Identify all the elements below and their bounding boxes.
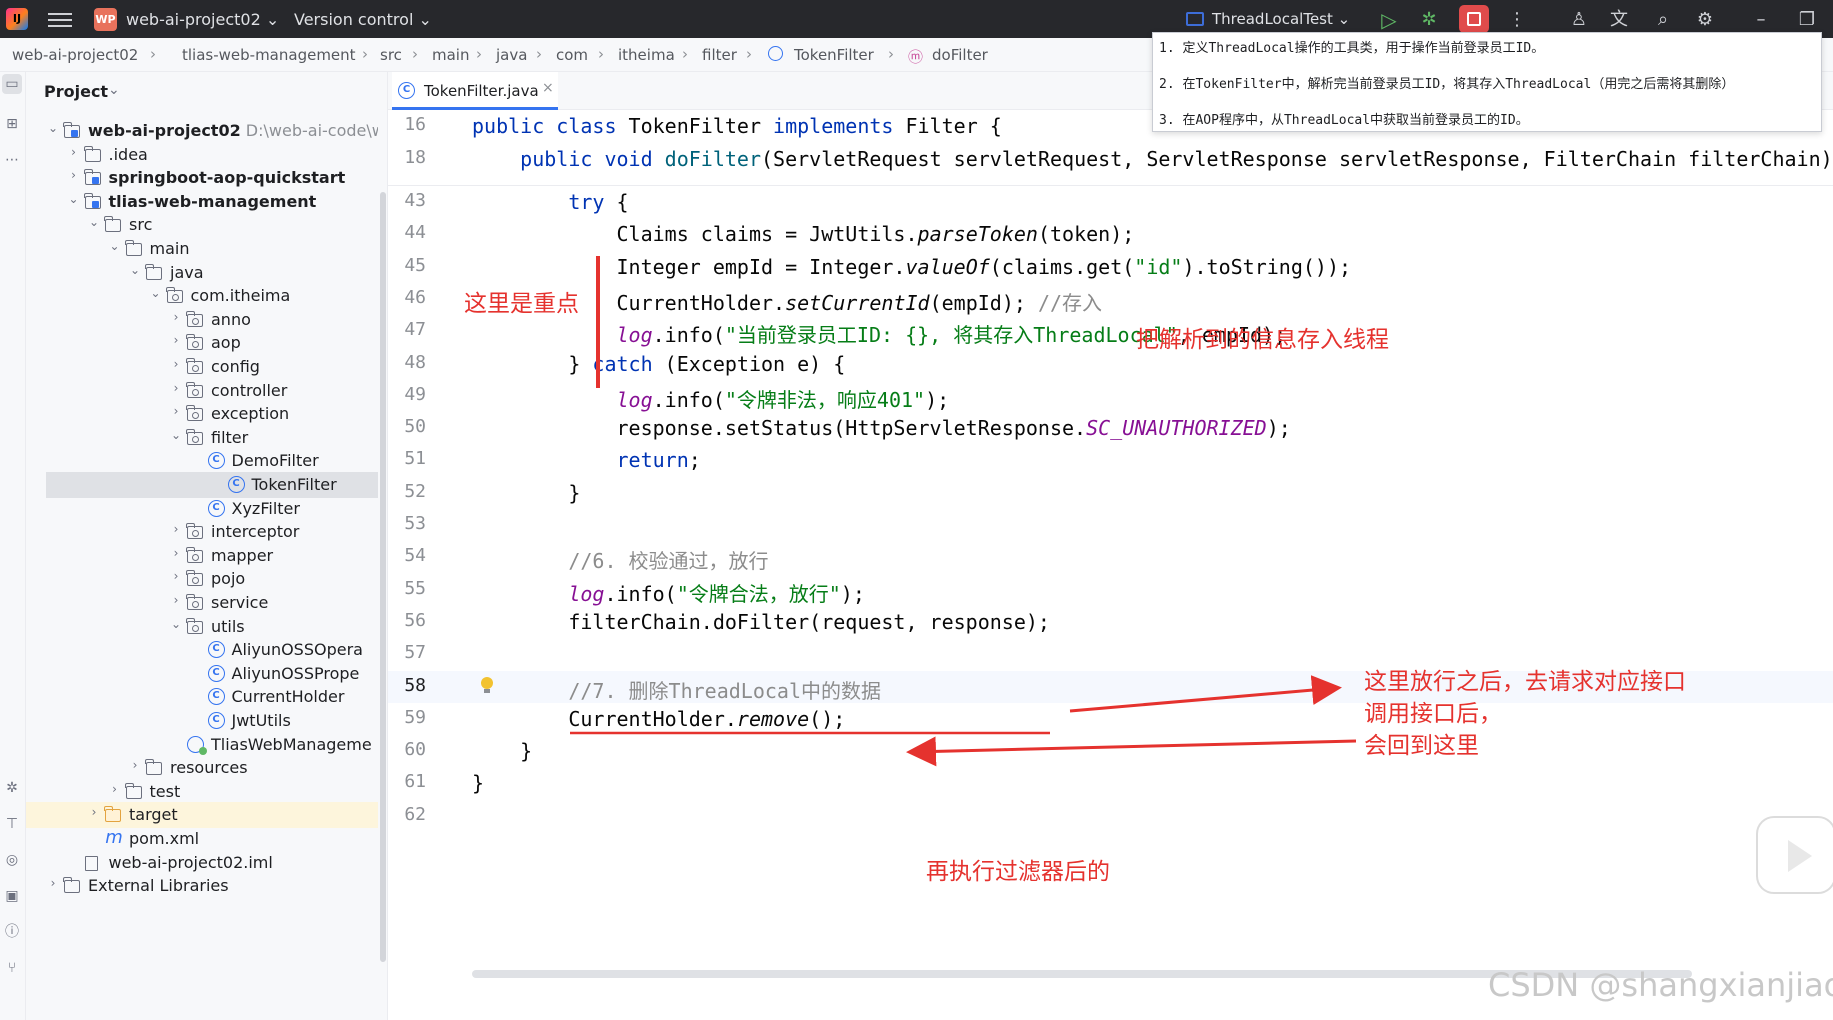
ide-window: IJ WP web-ai-project02 ⌄ Version control…	[0, 0, 1833, 1020]
annotation-arrow-back	[906, 736, 1357, 767]
note-line: 3. 在AOP程序中，从ThreadLocal中获取当前登录员工的ID。	[1159, 113, 1529, 128]
annotation-arrow-out	[1069, 675, 1342, 713]
note-line: 1. 定义ThreadLocal操作的工具类，用于操作当前登录员工ID。	[1159, 41, 1545, 56]
watermark: CSDN @shangxianjiao	[1488, 966, 1833, 1004]
annotation-arrows	[570, 675, 1357, 767]
note-line: 2. 在TokenFilter中，解析完当前登录员工ID，将其存入ThreadL…	[1159, 77, 1735, 92]
play-icon[interactable]	[1756, 816, 1833, 894]
notes-popup: 1. 定义ThreadLocal操作的工具类，用于操作当前登录员工ID。 2. …	[1152, 32, 1822, 132]
